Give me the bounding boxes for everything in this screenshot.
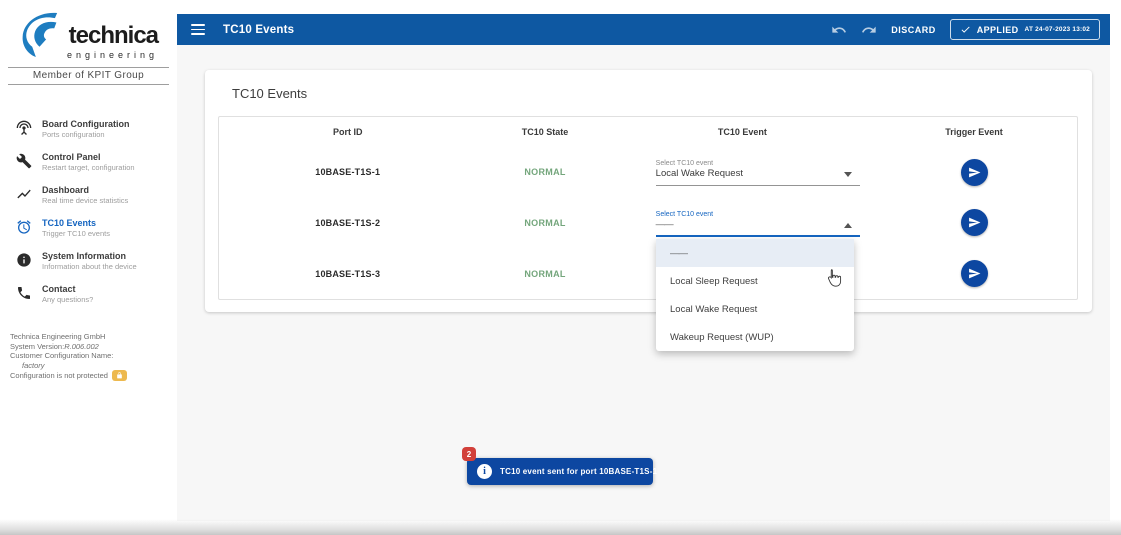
phone-icon — [16, 285, 32, 301]
technica-swirl-logo-icon — [19, 10, 63, 60]
toast-count-badge: 2 — [462, 447, 476, 461]
sidebar-item-sublabel: Restart target, configuration — [42, 163, 135, 173]
trigger-event-button[interactable] — [961, 260, 988, 287]
select-value: Local Wake Request — [656, 168, 860, 180]
sidebar-footer: Technica Engineering GmbH System Version… — [10, 332, 170, 381]
column-header-trigger-event: Trigger Event — [871, 127, 1077, 137]
check-icon — [960, 24, 971, 35]
app-window: technica engineering Member of KPIT Grou… — [0, 0, 1121, 535]
sidebar-item-control-panel[interactable]: Control Panel Restart target, configurat… — [0, 146, 177, 179]
sidebar-item-label: System Information — [42, 251, 137, 262]
member-of-kpit-text: Member of KPIT Group — [8, 67, 169, 85]
info-icon — [16, 252, 32, 268]
tc10-state-value: NORMAL — [476, 269, 613, 279]
option-label: Local Sleep Request — [670, 276, 758, 287]
sidebar-item-label: TC10 Events — [42, 218, 110, 229]
card-title: TC10 Events — [232, 86, 307, 101]
dropdown-option-local-wake-request[interactable]: Local Wake Request — [656, 295, 854, 323]
system-version-label: System Version: — [10, 342, 64, 351]
sidebar-item-tc10-events[interactable]: TC10 Events Trigger TC10 events — [0, 212, 177, 245]
redo-icon[interactable] — [861, 22, 877, 38]
sidebar: technica engineering Member of KPIT Grou… — [0, 0, 177, 521]
main-content: TC10 Events Port ID TC10 State TC10 Even… — [177, 45, 1110, 521]
toast-message: TC10 event sent for port 10BASE-T1S-1 — [500, 467, 657, 476]
sidebar-item-sublabel: Real time device statistics — [42, 196, 128, 206]
sidebar-item-label: Control Panel — [42, 152, 135, 163]
sidebar-item-label: Dashboard — [42, 185, 128, 196]
page-title: TC10 Events — [223, 24, 294, 36]
dropdown-option-wakeup-request-wup[interactable]: Wakeup Request (WUP) — [656, 323, 854, 351]
tc10-event-select[interactable]: Select TC10 event Local Wake Request — [656, 158, 860, 186]
line-chart-icon — [16, 186, 32, 202]
config-name-label: Customer Configuration Name: — [10, 351, 170, 361]
table-row: 10BASE-T1S-3 NORMAL — [219, 248, 1077, 299]
option-label: —— — [670, 248, 687, 259]
sidebar-item-sublabel: Any questions? — [42, 295, 93, 305]
column-header-port-id: Port ID — [219, 127, 476, 137]
port-id-value: 10BASE-T1S-1 — [219, 167, 476, 177]
sidebar-item-sublabel: Ports configuration — [42, 130, 130, 140]
trigger-event-button[interactable] — [961, 209, 988, 236]
tc10-events-card: TC10 Events Port ID TC10 State TC10 Even… — [205, 70, 1092, 312]
dropdown-option-none[interactable]: —— — [656, 239, 854, 267]
sidebar-item-sublabel: Information about the device — [42, 262, 137, 272]
tc10-state-value: NORMAL — [476, 167, 613, 177]
chevron-up-icon — [844, 223, 852, 228]
sidebar-item-label: Contact — [42, 284, 93, 295]
trigger-event-button[interactable] — [961, 159, 988, 186]
dropdown-option-local-sleep-request[interactable]: Local Sleep Request — [656, 267, 854, 295]
select-floating-label: Select TC10 event — [656, 210, 860, 219]
brand-subtitle: engineering — [67, 50, 158, 60]
option-label: Local Wake Request — [670, 304, 757, 315]
alarm-clock-icon — [16, 219, 32, 235]
select-floating-label: Select TC10 event — [656, 159, 860, 168]
applied-button[interactable]: APPLIED AT 24-07-2023 13:02 — [950, 19, 1100, 40]
app-bar: TC10 Events DISCARD APPLIED AT 24-07-202… — [177, 14, 1110, 45]
brand-name: technica — [69, 23, 158, 49]
chevron-down-icon — [844, 172, 852, 177]
option-label: Wakeup Request (WUP) — [670, 332, 774, 343]
logo-block: technica engineering Member of KPIT Grou… — [0, 0, 177, 85]
applied-label: APPLIED — [977, 25, 1019, 35]
system-version-value: R.006.002 — [64, 342, 99, 351]
undo-icon[interactable] — [831, 22, 847, 38]
tc10-state-value: NORMAL — [476, 218, 613, 228]
send-icon — [968, 267, 981, 280]
sidebar-nav: Board Configuration Ports configuration … — [0, 113, 177, 311]
select-value: —— — [656, 219, 860, 231]
port-id-value: 10BASE-T1S-3 — [219, 269, 476, 279]
tc10-events-table: Port ID TC10 State TC10 Event Trigger Ev… — [218, 116, 1078, 300]
table-header-row: Port ID TC10 State TC10 Event Trigger Ev… — [219, 117, 1077, 147]
sidebar-item-dashboard[interactable]: Dashboard Real time device statistics — [0, 179, 177, 212]
send-icon — [968, 166, 981, 179]
sidebar-item-system-information[interactable]: System Information Information about the… — [0, 245, 177, 278]
toast-notification[interactable]: i TC10 event sent for port 10BASE-T1S-1 — [467, 458, 653, 485]
info-icon: i — [477, 464, 492, 479]
port-id-value: 10BASE-T1S-2 — [219, 218, 476, 228]
table-row: 10BASE-T1S-2 NORMAL Select TC10 event —— — [219, 198, 1077, 249]
sidebar-item-label: Board Configuration — [42, 119, 130, 130]
bottom-fade-edge — [0, 519, 1121, 535]
config-name-value: factory — [22, 361, 170, 371]
protection-status-text: Configuration is not protected — [10, 371, 108, 381]
tc10-event-select-open[interactable]: Select TC10 event —— — [656, 209, 860, 237]
company-name: Technica Engineering GmbH — [10, 332, 170, 342]
unlock-icon — [112, 370, 127, 381]
wrench-icon — [16, 153, 32, 169]
applied-timestamp: AT 24-07-2023 13:02 — [1025, 26, 1090, 33]
tc10-event-dropdown-menu: —— Local Sleep Request Local Wake Reques… — [656, 239, 854, 351]
hamburger-icon[interactable] — [191, 24, 205, 35]
column-header-tc10-state: TC10 State — [476, 127, 613, 137]
sidebar-item-sublabel: Trigger TC10 events — [42, 229, 110, 239]
discard-button[interactable]: DISCARD — [891, 25, 936, 35]
send-icon — [968, 216, 981, 229]
table-row: 10BASE-T1S-1 NORMAL Select TC10 event Lo… — [219, 147, 1077, 198]
column-header-tc10-event: TC10 Event — [614, 127, 871, 137]
sidebar-item-board-configuration[interactable]: Board Configuration Ports configuration — [0, 113, 177, 146]
antenna-icon — [16, 120, 32, 136]
sidebar-item-contact[interactable]: Contact Any questions? — [0, 278, 177, 311]
